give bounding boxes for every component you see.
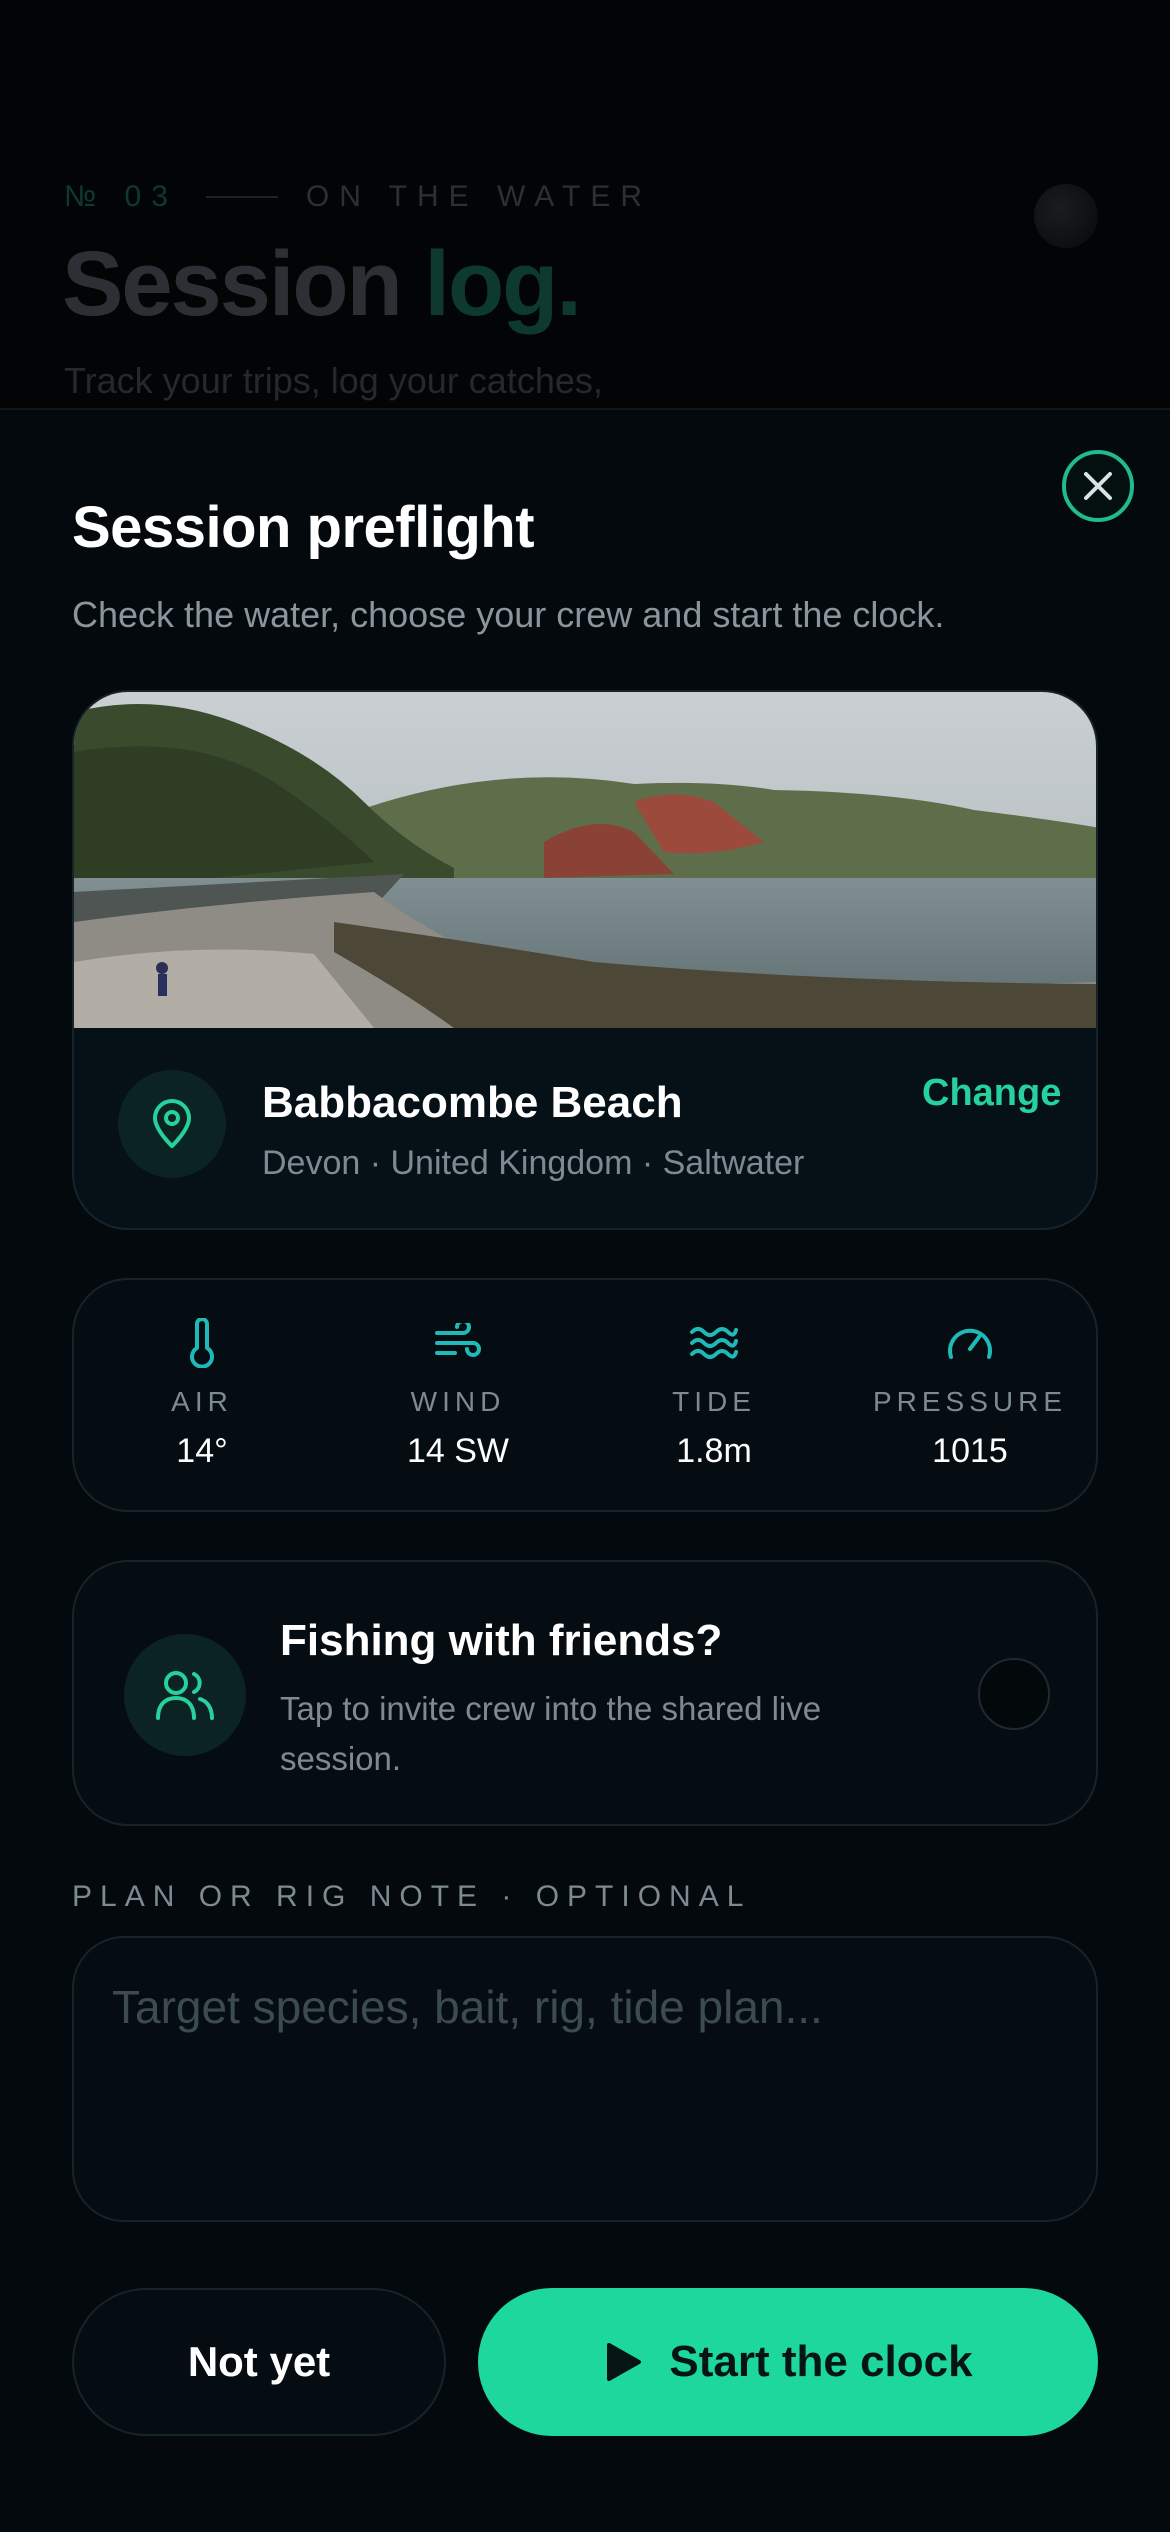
section-eyebrow: № 03 ON THE WATER [64, 180, 652, 214]
waves-icon [690, 1327, 738, 1359]
location-photo [74, 692, 1096, 1028]
page-title-main: Session [62, 233, 403, 335]
change-location-button[interactable]: Change [922, 1072, 1061, 1115]
not-yet-label: Not yet [187, 2338, 331, 2385]
start-clock-label: Start the clock [669, 2337, 973, 2386]
gauge-icon [948, 1328, 992, 1359]
conditions-card: AIR 14° WIND 14 SW TIDE 1.8m PRESSURE 10… [72, 1278, 1098, 1512]
condition-label: PRESSURE [872, 1386, 1068, 1417]
condition-air: AIR 14° [74, 1318, 330, 1471]
location-pin-badge [118, 1070, 226, 1178]
fishing-with-friends-card[interactable]: Fishing with friends? Tap to invite crew… [72, 1560, 1098, 1826]
location-meta: Devon · United Kingdom · Saltwater [262, 1144, 805, 1182]
background-page-header: № 03 ON THE WATER Session log. Track you… [0, 0, 1170, 420]
sheet-title: Session preflight [72, 495, 535, 560]
section-number: № 03 [64, 180, 178, 213]
sheet-subtitle: Check the water, choose your crew and st… [72, 594, 945, 635]
friends-description: Tap to invite crew into the shared live … [280, 1690, 822, 1777]
close-icon [1084, 472, 1112, 500]
condition-value: 14° [176, 1432, 228, 1470]
condition-label: WIND [410, 1386, 506, 1417]
page-title: Session log. [62, 232, 582, 337]
condition-value: 1.8m [676, 1432, 752, 1470]
session-preflight-sheet: Session preflight Check the water, choos… [0, 408, 1170, 2532]
page-subtitle: Track your trips, log your catches, [64, 360, 603, 401]
avatar [1034, 184, 1098, 248]
friends-icon-badge [124, 1634, 246, 1756]
plan-note-input[interactable] [72, 1936, 1098, 2222]
condition-value: 14 SW [406, 1432, 510, 1470]
users-icon [156, 1671, 214, 1720]
wind-icon [435, 1323, 481, 1357]
condition-tide: TIDE 1.8m [586, 1318, 842, 1471]
section-label: ON THE WATER [305, 180, 653, 213]
location-name: Babbacombe Beach [262, 1078, 683, 1127]
thermometer-icon [190, 1318, 214, 1368]
condition-value: 1015 [932, 1432, 1008, 1470]
friends-toggle[interactable] [978, 1658, 1050, 1730]
condition-label: TIDE [672, 1386, 756, 1417]
page-title-accent: log. [424, 233, 582, 335]
condition-wind: WIND 14 SW [330, 1318, 586, 1471]
condition-label: AIR [171, 1386, 233, 1417]
map-pin-icon [153, 1099, 191, 1148]
play-icon [607, 2343, 642, 2381]
close-button[interactable] [1062, 450, 1134, 522]
condition-pressure: PRESSURE 1015 [842, 1318, 1098, 1471]
eyebrow-divider [205, 196, 278, 198]
not-yet-button[interactable]: Not yet [72, 2288, 446, 2436]
start-clock-button[interactable]: Start the clock [478, 2288, 1098, 2436]
location-card: Babbacombe Beach Devon · United Kingdom … [72, 690, 1098, 1230]
app-screen: № 03 ON THE WATER Session log. Track you… [0, 0, 1170, 2532]
friends-title: Fishing with friends? [280, 1616, 723, 1665]
note-label: PLAN OR RIG NOTE · OPTIONAL [72, 1880, 752, 1913]
